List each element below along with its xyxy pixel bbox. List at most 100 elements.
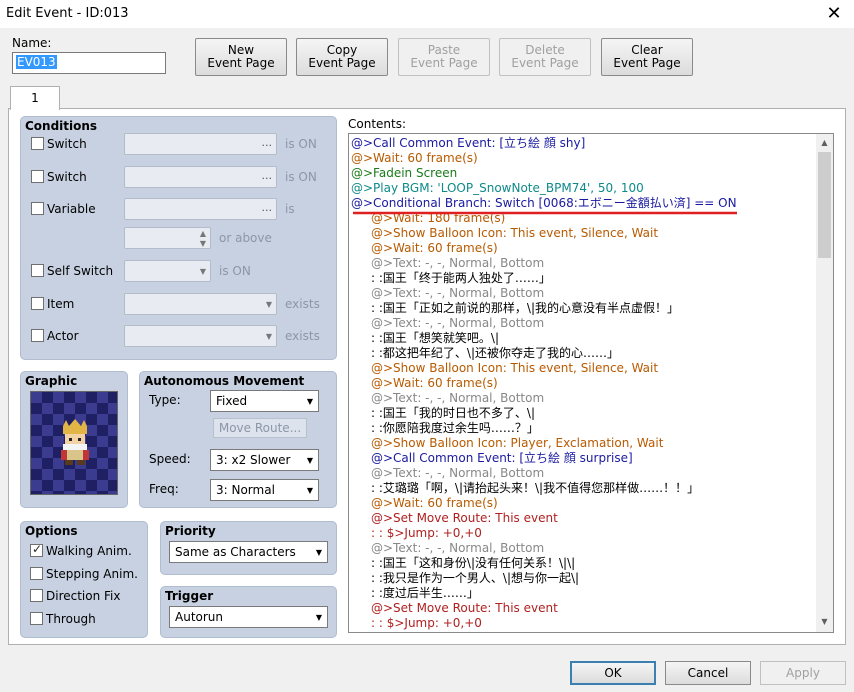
command-line[interactable]: @>Text: -, -, Normal, Bottom	[371, 256, 544, 271]
clear-event-page-button[interactable]: Clear Event Page	[601, 38, 693, 76]
chevron-down-icon: ▼	[199, 267, 206, 276]
trigger-title: Trigger	[165, 589, 214, 603]
switch2-dots: ...	[261, 169, 273, 182]
self-switch-select[interactable]: ▼	[124, 260, 211, 282]
event-graphic[interactable]	[30, 391, 118, 495]
paste-event-page-button[interactable]: Paste Event Page	[398, 38, 490, 76]
switch2-label: Switch	[47, 170, 87, 184]
command-line[interactable]: @>Wait: 60 frame(s)	[371, 496, 498, 511]
switch1-is-on: is ON	[285, 137, 317, 151]
scroll-up-icon[interactable]: ▲	[816, 138, 833, 147]
command-line[interactable]: @>Set Move Route: This event	[371, 601, 558, 616]
command-line[interactable]: : :都这把年纪了、\|还被你夺走了我的心……」	[371, 346, 619, 361]
direction-fix-checkbox[interactable]	[30, 589, 43, 602]
contents-scrollbar[interactable]: ▲ ▼	[816, 134, 833, 632]
walking-anim-checkbox[interactable]	[30, 542, 43, 557]
priority-value: Same as Characters	[175, 545, 296, 559]
command-line[interactable]: : :国王「我的时日也不多了、\|	[371, 406, 535, 421]
name-input[interactable]: EV013	[12, 52, 166, 74]
command-line[interactable]: : :艾璐璐「啊，\|请抬起头来！\|我不值得您那样做……！！」	[371, 481, 699, 496]
switch2-field[interactable]: ...	[124, 166, 277, 188]
scroll-thumb[interactable]	[818, 152, 831, 258]
command-line[interactable]: @>Set Move Route: This event	[371, 511, 558, 526]
command-line[interactable]: @>Text: -, -, Normal, Bottom	[371, 316, 544, 331]
command-line[interactable]: : :度过后半生……」	[371, 586, 479, 601]
switch1-field[interactable]: ...	[124, 133, 277, 155]
autonomous-title: Autonomous Movement	[144, 374, 305, 388]
command-line[interactable]: @>Show Balloon Icon: This event, Silence…	[371, 226, 658, 241]
apply-button[interactable]: Apply	[760, 661, 846, 685]
cancel-button[interactable]: Cancel	[665, 661, 751, 685]
self-switch-checkbox[interactable]	[31, 264, 44, 277]
freq-label: Freq:	[149, 482, 179, 496]
stepper-down-icon[interactable]: ▼	[200, 239, 206, 248]
stepper-up-icon[interactable]: ▲	[200, 229, 206, 238]
command-line[interactable]: @>Play BGM: 'LOOP_SnowNote_BPM74', 50, 1…	[351, 181, 644, 196]
switch1-dots: ...	[261, 136, 273, 149]
command-line[interactable]: : :国王「这和身份\|没有任何关系！\|\|	[371, 556, 575, 571]
contents-list[interactable]: @>Call Common Event: [立ち絵 顔 shy] @>Wait: …	[348, 133, 834, 633]
variable-field[interactable]: ...	[124, 198, 277, 220]
command-line[interactable]: @>Text: -, -, Normal, Bottom	[371, 541, 544, 556]
switch2-checkbox[interactable]	[31, 170, 44, 183]
speed-select[interactable]: 3: x2 Slower ▼	[210, 449, 319, 471]
chevron-down-icon: ▼	[306, 397, 313, 406]
command-line[interactable]: @>Conditional Branch: Switch [0068:エボニー金…	[351, 196, 737, 211]
actor-label: Actor	[47, 329, 79, 343]
priority-select[interactable]: Same as Characters ▼	[169, 541, 328, 563]
variable-dots: ...	[261, 201, 273, 214]
command-line[interactable]: : :我只是作为一个男人、\|想与你一起\|	[371, 571, 579, 586]
ok-button[interactable]: OK	[570, 661, 656, 685]
command-line[interactable]: : : $>Jump: +0,+0	[371, 526, 482, 541]
freq-select[interactable]: 3: Normal ▼	[210, 479, 319, 501]
actor-checkbox[interactable]	[31, 329, 44, 342]
move-route-button[interactable]: Move Route...	[213, 418, 307, 438]
command-line[interactable]: : :国王「正如之前说的那样，\|我的心意没有半点虚假！」	[371, 301, 679, 316]
command-line[interactable]: @>Show Balloon Icon: Player, Exclamation…	[371, 436, 663, 451]
type-select[interactable]: Fixed ▼	[210, 390, 319, 412]
command-line[interactable]: @>Fadein Screen	[351, 166, 457, 181]
variable-checkbox[interactable]	[31, 202, 44, 215]
command-line[interactable]: @>Call Common Event: [立ち絵 顔 surprise]	[371, 451, 633, 466]
command-line[interactable]: @>Text: -, -, Normal, Bottom	[371, 391, 544, 406]
copy-event-page-button[interactable]: Copy Event Page	[296, 38, 388, 76]
type-label: Type:	[149, 393, 181, 407]
stepping-anim-checkbox[interactable]	[30, 567, 43, 580]
variable-value-stepper[interactable]: ▲ ▼	[124, 227, 211, 249]
trigger-select[interactable]: Autorun ▼	[169, 606, 328, 628]
command-line[interactable]: : :你愿陪我度过余生吗……？」	[371, 421, 539, 436]
command-line[interactable]: @>Wait: 60 frame(s)	[371, 376, 498, 391]
chevron-down-icon: ▼	[306, 486, 313, 495]
item-checkbox[interactable]	[31, 297, 44, 310]
name-label: Name:	[12, 36, 52, 50]
command-line[interactable]: @>Wait: 60 frame(s)	[371, 241, 498, 256]
command-line[interactable]: @>Wait: 60 frame(s)	[351, 151, 478, 166]
command-line[interactable]: @>Show Balloon Icon: This event, Silence…	[371, 361, 658, 376]
command-line[interactable]: : :国王「终于能两人独处了……」	[371, 271, 551, 286]
new-event-page-button[interactable]: New Event Page	[195, 38, 287, 76]
command-line[interactable]: : :国王「想笑就笑吧。\|	[371, 331, 499, 346]
command-line[interactable]: @>Text: -, -, Normal, Bottom	[371, 286, 544, 301]
switch1-checkbox[interactable]	[31, 137, 44, 150]
actor-select[interactable]: ▼	[124, 325, 277, 347]
graphic-title: Graphic	[25, 374, 78, 388]
contents-label: Contents:	[348, 117, 407, 131]
command-line[interactable]: @>Call Common Event: [立ち絵 顔 shy]	[351, 136, 585, 151]
chevron-down-icon: ▼	[315, 613, 322, 622]
variable-is: is	[285, 202, 295, 216]
scroll-down-icon[interactable]: ▼	[816, 617, 833, 626]
red-underline-annotation	[353, 211, 737, 215]
command-line[interactable]: @>Text: -, -, Normal, Bottom	[371, 466, 544, 481]
close-icon[interactable]: ✕	[824, 3, 844, 24]
tab-page-1[interactable]: 1	[10, 86, 60, 110]
self-switch-label: Self Switch	[47, 264, 114, 278]
speed-label: Speed:	[149, 452, 191, 466]
through-checkbox[interactable]	[30, 612, 43, 625]
command-line[interactable]: : : $>Jump: +0,+0	[371, 616, 482, 631]
item-select[interactable]: ▼	[124, 293, 277, 315]
delete-event-page-button[interactable]: Delete Event Page	[499, 38, 591, 76]
stepping-anim-label: Stepping Anim.	[46, 567, 138, 581]
options-title: Options	[25, 524, 78, 538]
king-sprite-icon	[61, 419, 89, 465]
chevron-down-icon: ▼	[306, 456, 313, 465]
